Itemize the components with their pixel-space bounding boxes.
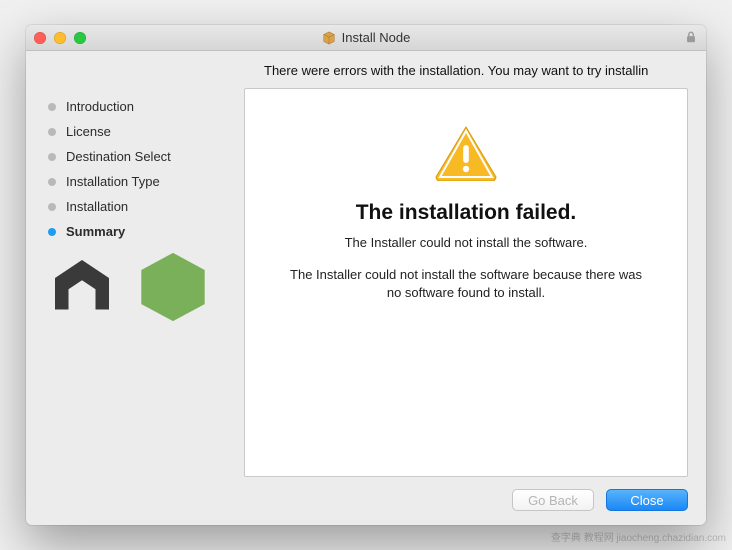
npm-logo-icon <box>46 251 118 323</box>
sidebar: Introduction License Destination Select … <box>44 88 230 477</box>
step-installation-type: Installation Type <box>44 169 230 194</box>
step-license: License <box>44 119 230 144</box>
close-window-button[interactable] <box>34 32 46 44</box>
step-label: Installation <box>66 199 128 214</box>
bullet-icon <box>48 128 56 136</box>
bullet-icon <box>48 178 56 186</box>
bullet-icon <box>48 228 56 236</box>
button-row: Go Back Close <box>44 477 688 511</box>
window-controls <box>34 32 86 44</box>
watermark: 查字典 教程网 jiaocheng.chazidian.com <box>551 529 726 544</box>
step-destination-select: Destination Select <box>44 144 230 169</box>
close-button[interactable]: Close <box>606 489 688 511</box>
status-message: There were errors with the installation.… <box>44 51 688 88</box>
node-hex-logo-icon <box>134 248 212 326</box>
step-label: Installation Type <box>66 174 160 189</box>
bullet-icon <box>48 153 56 161</box>
lock-icon <box>684 30 698 44</box>
step-installation: Installation <box>44 194 230 219</box>
fail-title: The installation failed. <box>356 201 577 225</box>
bullet-icon <box>48 103 56 111</box>
step-introduction: Introduction <box>44 94 230 119</box>
step-label: License <box>66 124 111 139</box>
minimize-window-button[interactable] <box>54 32 66 44</box>
bullet-icon <box>48 203 56 211</box>
zoom-window-button[interactable] <box>74 32 86 44</box>
warning-icon <box>434 125 498 181</box>
installer-window: Install Node There were errors with the … <box>26 25 706 525</box>
step-label: Destination Select <box>66 149 171 164</box>
package-icon <box>322 31 336 45</box>
title-center: Install Node <box>26 30 706 45</box>
window-title: Install Node <box>342 30 411 45</box>
installer-logos <box>44 248 230 326</box>
fail-detail: The Installer could not install the soft… <box>286 266 646 301</box>
step-summary: Summary <box>44 219 230 244</box>
columns: Introduction License Destination Select … <box>44 88 688 477</box>
fail-subtitle: The Installer could not install the soft… <box>345 235 588 250</box>
titlebar: Install Node <box>26 25 706 51</box>
go-back-button: Go Back <box>512 489 594 511</box>
content-pane: The installation failed. The Installer c… <box>244 88 688 477</box>
step-label: Summary <box>66 224 125 239</box>
window-body: There were errors with the installation.… <box>26 51 706 525</box>
step-label: Introduction <box>66 99 134 114</box>
